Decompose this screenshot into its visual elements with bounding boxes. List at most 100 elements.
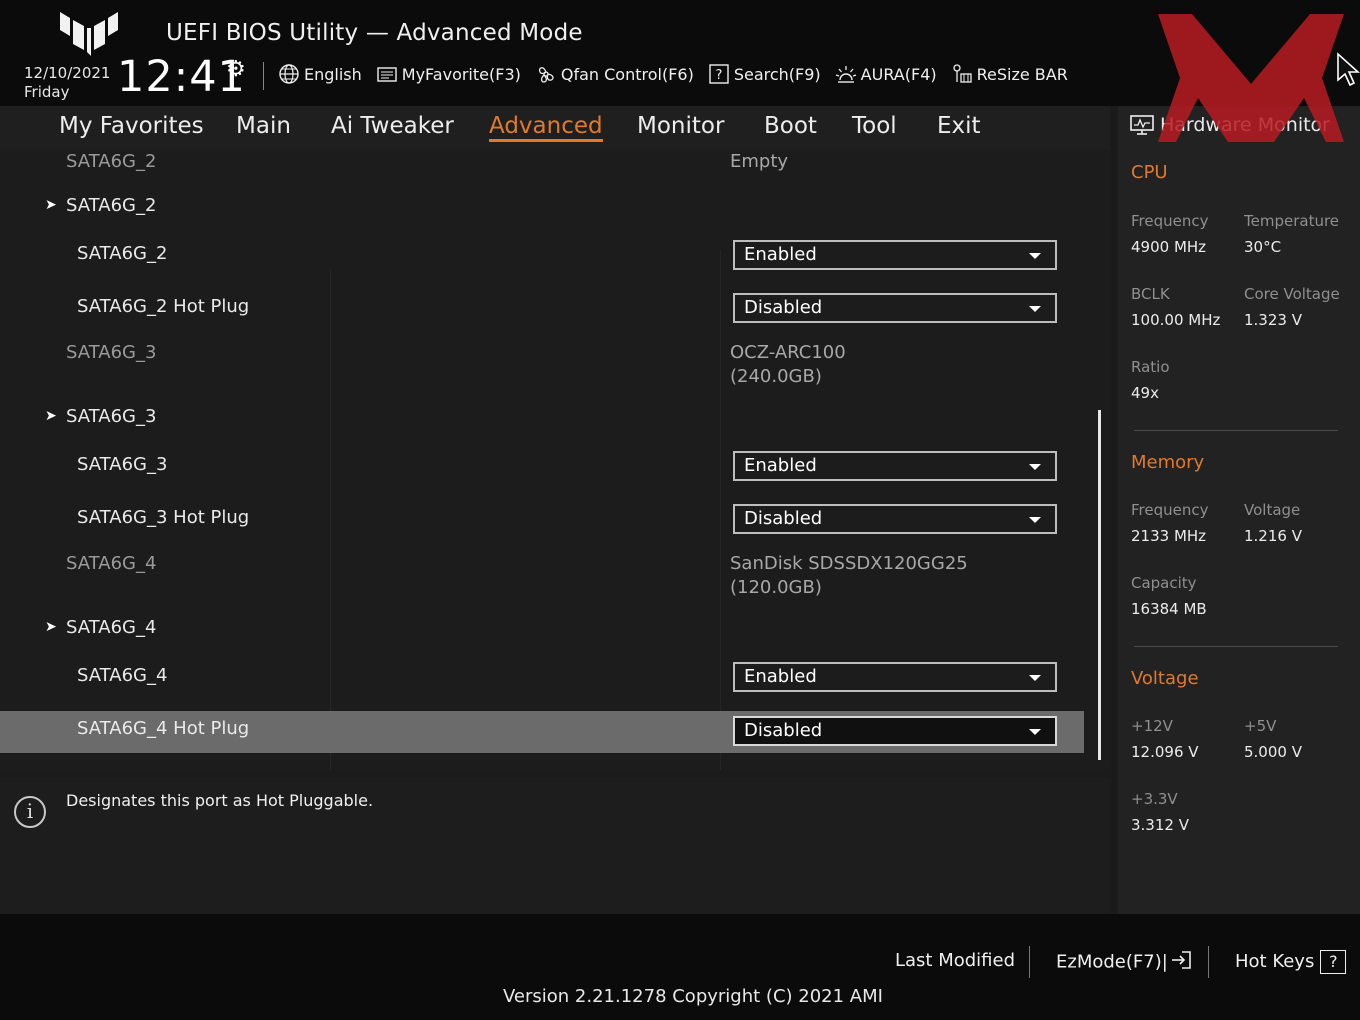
- sata6g-3-enable-dropdown[interactable]: Enabled: [733, 451, 1057, 481]
- v5-value: 5.000 V: [1244, 743, 1302, 761]
- footer-bar: Last Modified EzMode(F7)| Hot Keys? Vers…: [0, 914, 1360, 1020]
- qfan-label: Qfan Control(F6): [560, 64, 694, 84]
- dropdown-value: Enabled: [744, 666, 817, 687]
- memory-frequency-value: 2133 MHz: [1131, 527, 1207, 545]
- hardware-monitor-title: Hardware Monitor: [1160, 114, 1330, 136]
- setting-sata6g-4-hotplug-selected[interactable]: SATA6G_4 Hot Plug Disabled: [0, 711, 1084, 753]
- tab-main[interactable]: Main: [236, 113, 291, 139]
- dropdown-value: Disabled: [744, 508, 823, 529]
- v5-label: +5V: [1244, 717, 1277, 735]
- mouse-cursor-icon: [1337, 52, 1360, 87]
- port-label: SATA6G_3: [66, 342, 157, 363]
- dropdown-caret-icon: [1029, 306, 1041, 312]
- submenu-label: SATA6G_2: [66, 195, 157, 216]
- bclk-value: 100.00 MHz: [1131, 311, 1221, 329]
- bios-title: UEFI BIOS Utility — Advanced Mode: [166, 20, 583, 46]
- memory-capacity-value: 16384 MB: [1131, 600, 1207, 618]
- tab-my-favorites[interactable]: My Favorites: [59, 113, 204, 139]
- aura-icon: [835, 63, 857, 85]
- submenu-sata6g-4[interactable]: ➤ SATA6G_4: [0, 612, 1084, 644]
- main-tab-bar: My Favorites Main Ai Tweaker Advanced Mo…: [0, 106, 1110, 150]
- header-bar: UEFI BIOS Utility — Advanced Mode 12/10/…: [0, 0, 1360, 106]
- search-label: Search(F9): [733, 64, 821, 84]
- resize-bar-button[interactable]: ReSize BAR: [951, 63, 1068, 85]
- submenu-sata6g-2[interactable]: ➤ SATA6G_2: [0, 190, 1084, 222]
- dropdown-caret-icon: [1029, 675, 1041, 681]
- voltage-section-title: Voltage: [1131, 668, 1199, 689]
- setting-sata6g-2-enable[interactable]: SATA6G_2 Enabled: [0, 236, 1084, 272]
- sata6g-2-hotplug-dropdown[interactable]: Disabled: [733, 293, 1057, 323]
- svg-text:?: ?: [715, 68, 722, 83]
- device-capacity: (240.0GB): [730, 366, 822, 387]
- settings-scrollbar[interactable]: [1098, 410, 1101, 760]
- sata6g-3-hotplug-dropdown[interactable]: Disabled: [733, 504, 1057, 534]
- cpu-temperature-value: 30°C: [1244, 238, 1282, 256]
- dropdown-caret-icon: [1029, 253, 1041, 259]
- language-button[interactable]: English: [278, 63, 362, 85]
- search-button[interactable]: ? Search(F9): [708, 63, 821, 85]
- qfan-control-button[interactable]: Qfan Control(F6): [535, 63, 694, 85]
- myfavorite-button[interactable]: MyFavorite(F3): [376, 63, 521, 85]
- memory-section-title: Memory: [1131, 452, 1205, 473]
- tab-boot[interactable]: Boot: [764, 113, 817, 139]
- tab-ai-tweaker[interactable]: Ai Tweaker: [331, 113, 454, 139]
- setting-sata6g-3-enable[interactable]: SATA6G_3 Enabled: [0, 447, 1084, 483]
- setting-sata6g-3-hotplug[interactable]: SATA6G_3 Hot Plug Disabled: [0, 500, 1084, 536]
- hot-keys-button[interactable]: Hot Keys?: [1235, 950, 1347, 974]
- search-icon: ?: [708, 63, 730, 85]
- setting-label: SATA6G_4: [77, 665, 168, 686]
- sata6g-4-enable-dropdown[interactable]: Enabled: [733, 662, 1057, 692]
- help-text: Designates this port as Hot Pluggable.: [66, 791, 374, 810]
- monitor-icon: [1130, 115, 1154, 135]
- info-icon: i: [14, 796, 46, 828]
- settings-panel: SATA6G_2 Empty ➤ SATA6G_2 SATA6G_2 Enabl…: [0, 150, 1110, 770]
- hot-keys-label: Hot Keys: [1235, 951, 1315, 972]
- sata6g-2-enable-dropdown[interactable]: Enabled: [733, 240, 1057, 270]
- v33-label: +3.3V: [1131, 790, 1178, 808]
- v12-value: 12.096 V: [1131, 743, 1199, 761]
- date-text: 12/10/2021: [24, 64, 111, 82]
- tab-exit[interactable]: Exit: [937, 113, 981, 139]
- tab-monitor[interactable]: Monitor: [637, 113, 724, 139]
- port-label: SATA6G_2: [66, 151, 157, 172]
- setting-label: SATA6G_2: [77, 243, 168, 264]
- submenu-arrow-icon: ➤: [45, 619, 57, 635]
- tab-advanced[interactable]: Advanced: [489, 113, 603, 142]
- submenu-label: SATA6G_4: [66, 617, 157, 638]
- tab-tool[interactable]: Tool: [852, 113, 897, 139]
- aura-button[interactable]: AURA(F4): [835, 63, 937, 85]
- myfavorite-label: MyFavorite(F3): [401, 64, 521, 84]
- fan-icon: [535, 63, 557, 85]
- last-modified-button[interactable]: Last Modified: [895, 950, 1015, 971]
- device-name: OCZ-ARC100: [730, 342, 846, 363]
- cpu-frequency-label: Frequency: [1131, 212, 1209, 230]
- clock-settings-gear-icon[interactable]: ⚙: [226, 57, 246, 82]
- memory-voltage-value: 1.216 V: [1244, 527, 1302, 545]
- language-label: English: [304, 64, 362, 84]
- setting-sata6g-2-hotplug[interactable]: SATA6G_2 Hot Plug Disabled: [0, 289, 1084, 325]
- v12-label: +12V: [1131, 717, 1173, 735]
- port-device-value: SanDisk SDSSDX120GG25 (120.0GB): [730, 552, 968, 600]
- submenu-label: SATA6G_3: [66, 406, 157, 427]
- dropdown-value: Disabled: [744, 720, 823, 741]
- ratio-label: Ratio: [1131, 358, 1170, 376]
- dropdown-value: Enabled: [744, 244, 817, 265]
- tuf-logo: [60, 12, 118, 56]
- dropdown-caret-icon: [1029, 464, 1041, 470]
- hw-divider: [1134, 646, 1338, 647]
- core-voltage-value: 1.323 V: [1244, 311, 1302, 329]
- ezmode-button[interactable]: EzMode(F7)|: [1056, 950, 1192, 975]
- dropdown-caret-icon: [1029, 729, 1041, 735]
- hardware-monitor-header: Hardware Monitor: [1130, 114, 1330, 136]
- ratio-value: 49x: [1131, 384, 1159, 402]
- header-divider: [263, 62, 264, 90]
- setting-sata6g-4-enable[interactable]: SATA6G_4 Enabled: [0, 658, 1084, 694]
- port-device-value: Empty: [730, 151, 789, 172]
- memory-capacity-label: Capacity: [1131, 574, 1197, 592]
- setting-label: SATA6G_2 Hot Plug: [77, 296, 250, 317]
- core-voltage-label: Core Voltage: [1244, 285, 1340, 303]
- memory-voltage-label: Voltage: [1244, 501, 1301, 519]
- submenu-sata6g-3[interactable]: ➤ SATA6G_3: [0, 401, 1084, 433]
- sata6g-4-hotplug-dropdown[interactable]: Disabled: [733, 716, 1057, 746]
- cpu-frequency-value: 4900 MHz: [1131, 238, 1207, 256]
